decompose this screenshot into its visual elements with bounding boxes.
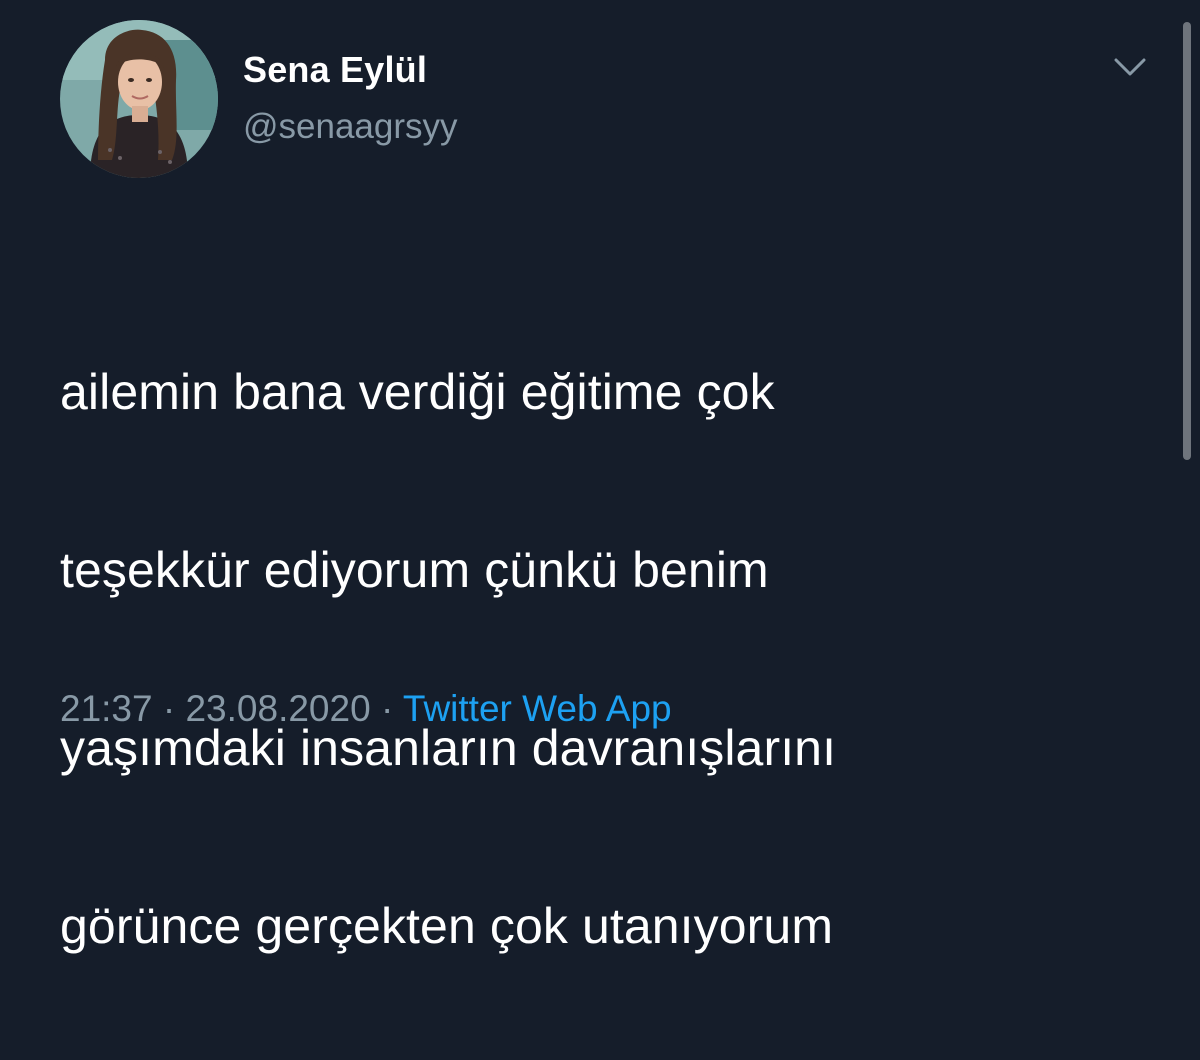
scrollbar[interactable] <box>1183 22 1191 460</box>
tweet-date[interactable]: 23.08.2020 <box>185 688 370 729</box>
tweet-time[interactable]: 21:37 <box>60 688 153 729</box>
avatar-photo <box>60 20 218 178</box>
tweet-card: Sena Eylül @senaagrsyy ailemin bana verd… <box>0 0 1200 954</box>
tweet-metadata: 21:37 · 23.08.2020 · Twitter Web App <box>60 688 672 730</box>
avatar[interactable] <box>60 20 218 178</box>
user-handle[interactable]: @senaagrsyy <box>243 107 458 147</box>
meta-separator: · <box>380 688 394 729</box>
tweet-text-line: teşekkür ediyorum çünkü benim <box>60 542 769 598</box>
chevron-down-icon[interactable] <box>1108 50 1152 86</box>
tweet-source-link[interactable]: Twitter Web App <box>403 688 672 729</box>
tweet-text-line: görünce gerçekten çok utanıyorum <box>60 898 834 954</box>
tweet-text-line: ailemin bana verdiği eğitime çok <box>60 364 775 420</box>
display-name[interactable]: Sena Eylül <box>243 49 427 91</box>
tweet-text: ailemin bana verdiği eğitime çok teşekkü… <box>60 259 1140 1060</box>
meta-separator: · <box>162 688 176 729</box>
